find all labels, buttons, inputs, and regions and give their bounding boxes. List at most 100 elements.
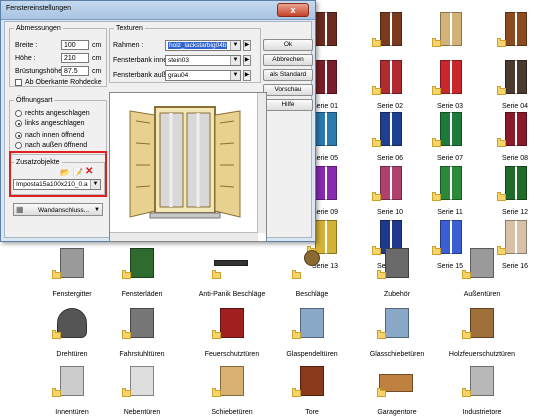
folder-icon bbox=[377, 330, 386, 339]
series-item[interactable]: Serie 12 bbox=[485, 160, 541, 220]
cancel-button[interactable]: Abbrechen bbox=[263, 54, 313, 66]
set-default-button[interactable]: als Standard bbox=[263, 69, 313, 81]
open-outward-label: nach außen öffnend bbox=[25, 142, 88, 149]
category-label: Glasschiebetüren bbox=[369, 351, 425, 358]
folder-icon bbox=[212, 330, 221, 339]
wall-connection-label: Wandanschluss... bbox=[38, 207, 90, 214]
folder-icon bbox=[372, 138, 381, 147]
series-item[interactable]: Serie 07 bbox=[420, 106, 480, 166]
folder-icon bbox=[432, 86, 441, 95]
wall-connection-button[interactable]: ▦ Wandanschluss... ▼ bbox=[13, 203, 103, 216]
highlight-box bbox=[9, 151, 107, 197]
category-item[interactable]: Glasschiebetüren bbox=[355, 306, 439, 358]
series-item[interactable]: Serie 11 bbox=[420, 160, 480, 220]
series-item[interactable]: Serie 03 bbox=[420, 54, 480, 114]
glass-sliding-door-icon bbox=[385, 308, 409, 338]
series-item[interactable]: Serie 10 bbox=[360, 160, 420, 220]
category-item[interactable]: Industrietore bbox=[440, 364, 524, 416]
folder-icon bbox=[122, 270, 131, 279]
category-item[interactable]: Feuerschutztüren bbox=[190, 306, 274, 358]
shutter-icon bbox=[440, 112, 462, 146]
series-item[interactable]: Serie 04 bbox=[485, 54, 541, 114]
category-item[interactable]: Nebentüren bbox=[100, 364, 184, 416]
open-inward-radio[interactable] bbox=[15, 132, 22, 139]
category-item[interactable]: Schiebetüren bbox=[190, 364, 274, 416]
series-item[interactable]: Serie 08 bbox=[485, 106, 541, 166]
shutter-icon bbox=[505, 12, 527, 46]
category-label: Garagentore bbox=[377, 409, 417, 416]
category-item[interactable]: Anti-Panik Beschläge bbox=[190, 246, 274, 298]
window-preview[interactable] bbox=[109, 92, 267, 242]
shutter-icon bbox=[380, 60, 402, 94]
preview-vertical-scrollbar[interactable] bbox=[257, 93, 266, 233]
shutter-icon bbox=[440, 166, 462, 200]
sill-height-input[interactable] bbox=[61, 66, 89, 76]
revolving-door-icon bbox=[57, 308, 87, 338]
folder-icon bbox=[292, 388, 301, 397]
sill-outer-select[interactable]: grau04 ▼ bbox=[165, 70, 241, 81]
category-item[interactable]: Fensterläden bbox=[100, 246, 184, 298]
panic-bar-icon bbox=[214, 260, 248, 266]
folder-icon bbox=[497, 38, 506, 47]
wood-fire-door-icon bbox=[470, 308, 494, 338]
category-label: Zubehör bbox=[383, 291, 411, 298]
category-label: Industrietore bbox=[462, 409, 502, 416]
category-item[interactable]: Fahrstuhltüren bbox=[100, 306, 184, 358]
height-unit: cm bbox=[92, 55, 102, 62]
chevron-down-icon: ▼ bbox=[230, 71, 240, 80]
window-preview-graphic bbox=[110, 93, 260, 235]
elevator-door-icon bbox=[130, 308, 154, 338]
window-settings-dialog: Fenstereinstellungen x Abmessungen Breit… bbox=[0, 0, 316, 242]
top-edge-checkbox[interactable] bbox=[15, 79, 22, 86]
height-label: Höhe : bbox=[15, 55, 36, 62]
hinge-left-label: links angeschlagen bbox=[25, 120, 85, 127]
top-edge-label: Ab Oberkante Rohdecke bbox=[25, 79, 102, 86]
dimensions-legend: Abmessungen bbox=[16, 25, 61, 32]
sill-inner-next-button[interactable]: ▶ bbox=[243, 55, 251, 66]
frame-texture-next-button[interactable]: ▶ bbox=[243, 40, 251, 51]
hinge-right-radio[interactable] bbox=[15, 110, 22, 117]
folder-icon bbox=[122, 330, 131, 339]
side-door-icon bbox=[130, 366, 154, 396]
open-outward-radio[interactable] bbox=[15, 142, 22, 149]
category-item[interactable]: Zubehör bbox=[355, 246, 439, 298]
category-label: Fensterläden bbox=[121, 291, 163, 298]
sill-outer-next-button[interactable]: ▶ bbox=[243, 70, 251, 81]
hinge-left-radio[interactable] bbox=[15, 120, 22, 127]
industrial-gate-icon bbox=[470, 366, 494, 396]
category-label: Beschläge bbox=[295, 291, 329, 298]
shutter-icon bbox=[505, 112, 527, 146]
category-item[interactable]: Außentüren bbox=[440, 246, 524, 298]
sill-height-unit: cm bbox=[92, 68, 102, 75]
width-unit: cm bbox=[92, 42, 102, 49]
width-input[interactable] bbox=[61, 40, 89, 50]
frame-texture-select[interactable]: holz_lackstarbig04b ▼ bbox=[165, 40, 241, 51]
series-item[interactable]: Serie 02 bbox=[360, 54, 420, 114]
folder-icon bbox=[497, 192, 506, 201]
hinge-right-label: rechts angeschlagen bbox=[25, 110, 90, 117]
preview-horizontal-scrollbar[interactable] bbox=[110, 232, 258, 241]
category-item[interactable]: Garagentore bbox=[355, 364, 439, 416]
glass-swing-door-icon bbox=[300, 308, 324, 338]
category-item[interactable]: Holzfeuerschutztüren bbox=[440, 306, 524, 358]
fire-door-icon bbox=[220, 308, 244, 338]
sill-inner-select[interactable]: stein03 ▼ bbox=[165, 55, 241, 66]
sliding-door-icon bbox=[220, 366, 244, 396]
window-grille-icon bbox=[60, 248, 84, 278]
category-item[interactable]: Glaspendeltüren bbox=[270, 306, 354, 358]
help-button[interactable]: Hilfe bbox=[263, 99, 313, 111]
category-label: Außentüren bbox=[463, 291, 501, 298]
category-item[interactable]: Beschläge bbox=[270, 246, 354, 298]
height-input[interactable] bbox=[61, 53, 89, 63]
chevron-down-icon: ▼ bbox=[94, 207, 100, 213]
preview-button[interactable]: Vorschau bbox=[263, 84, 313, 96]
dialog-titlebar[interactable]: Fenstereinstellungen x bbox=[1, 1, 315, 20]
sill-outer-value: grau04 bbox=[168, 72, 189, 79]
close-button[interactable]: x bbox=[277, 3, 309, 17]
category-item[interactable]: Tore bbox=[270, 364, 354, 416]
opening-type-legend: Öffnungsart bbox=[16, 97, 53, 104]
shutter-icon bbox=[440, 12, 462, 46]
shutter-icon bbox=[505, 60, 527, 94]
series-item[interactable]: Serie 06 bbox=[360, 106, 420, 166]
ok-button[interactable]: Ok bbox=[263, 39, 313, 51]
